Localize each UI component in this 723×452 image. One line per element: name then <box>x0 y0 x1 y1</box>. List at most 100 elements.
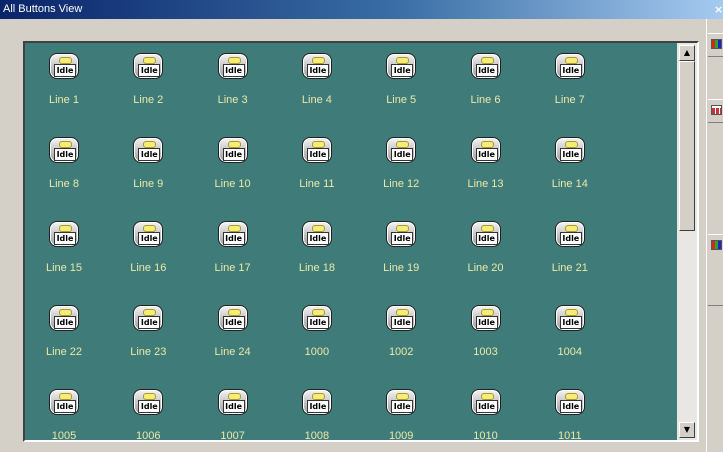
phone-line-icon: Idle <box>217 137 248 163</box>
line-button-label: Line 9 <box>133 178 164 190</box>
status-lamp-icon <box>396 393 410 400</box>
line-button[interactable]: Idle Line 13 <box>447 133 525 203</box>
status-badge: Idle <box>475 64 498 77</box>
line-button[interactable]: Idle Line 22 <box>25 301 103 371</box>
line-button[interactable]: Idle 1009 <box>362 385 440 440</box>
line-button[interactable]: Idle Line 18 <box>278 217 356 287</box>
line-button[interactable]: Idle Line 1 <box>25 49 103 119</box>
status-lamp-icon <box>480 309 494 316</box>
line-button[interactable]: Idle Line 19 <box>362 217 440 287</box>
line-button[interactable]: Idle 1003 <box>447 301 525 371</box>
status-badge: Idle <box>306 316 329 329</box>
line-button-label: 1007 <box>220 430 245 442</box>
side-tab-palette-view[interactable] <box>708 234 723 306</box>
line-button[interactable]: Idle Line 2 <box>109 49 187 119</box>
phone-line-icon: Idle <box>217 53 248 79</box>
line-button-label: 1006 <box>136 430 161 442</box>
line-button[interactable]: Idle 1004 <box>531 301 609 371</box>
status-badge: Idle <box>138 400 161 413</box>
line-button[interactable]: Idle Line 12 <box>362 133 440 203</box>
phone-line-icon: Idle <box>554 137 585 163</box>
status-badge: Idle <box>391 316 414 329</box>
phone-line-icon: Idle <box>301 389 332 415</box>
scroll-up-button[interactable]: ▲ <box>679 45 695 61</box>
side-tab-table-view[interactable] <box>708 99 723 123</box>
status-badge: Idle <box>475 232 498 245</box>
phone-line-icon: Idle <box>133 137 164 163</box>
status-badge: Idle <box>306 64 329 77</box>
phone-line-icon: Idle <box>386 137 417 163</box>
status-lamp-icon <box>311 309 325 316</box>
line-button[interactable]: Idle Line 15 <box>25 217 103 287</box>
phone-line-icon: Idle <box>217 389 248 415</box>
line-button[interactable]: Idle 1008 <box>278 385 356 440</box>
title-bar: All Buttons View × <box>0 0 723 19</box>
status-lamp-icon <box>59 57 72 64</box>
phone-line-icon: Idle <box>133 389 164 415</box>
status-badge: Idle <box>559 316 582 329</box>
status-lamp-icon <box>311 57 325 64</box>
line-button-label: 1004 <box>557 346 583 358</box>
status-lamp-icon <box>564 393 578 400</box>
line-button-label: Line 1 <box>49 94 79 106</box>
table-icon <box>711 105 722 115</box>
status-lamp-icon <box>396 57 410 64</box>
phone-line-icon: Idle <box>301 137 332 163</box>
line-button[interactable]: Idle Line 3 <box>194 49 272 119</box>
line-button[interactable]: Idle 1006 <box>109 385 187 442</box>
phone-line-icon: Idle <box>386 221 417 247</box>
phone-line-icon: Idle <box>554 53 585 79</box>
status-badge: Idle <box>475 400 498 413</box>
status-lamp-icon <box>227 57 241 64</box>
line-button[interactable]: Idle Line 8 <box>25 133 103 203</box>
line-button[interactable]: Idle Line 24 <box>194 301 272 371</box>
line-button[interactable]: Idle Line 20 <box>447 217 525 287</box>
status-badge: Idle <box>391 64 414 77</box>
line-button-label: 1002 <box>388 346 414 358</box>
phone-line-icon: Idle <box>133 53 164 79</box>
button-grid: Idle Line 1 Idle Line 2 Idle Line 3 Idle Line 4… <box>25 43 677 440</box>
line-button[interactable]: Idle Line 6 <box>447 49 525 119</box>
line-button[interactable]: Idle 1010 <box>447 385 525 440</box>
status-lamp-icon <box>564 309 578 316</box>
status-badge: Idle <box>222 148 245 161</box>
line-button[interactable]: Idle Line 16 <box>109 217 187 287</box>
line-button-label: Line 17 <box>214 262 251 274</box>
status-lamp-icon <box>227 141 241 148</box>
status-lamp-icon <box>564 141 578 148</box>
line-button[interactable]: Idle Line 14 <box>531 133 609 203</box>
line-button[interactable]: Idle Line 11 <box>278 133 356 203</box>
line-button[interactable]: Idle 1005 <box>25 385 103 440</box>
phone-line-icon: Idle <box>386 53 417 79</box>
line-button[interactable]: Idle Line 7 <box>531 49 609 119</box>
scroll-down-button[interactable]: ▼ <box>679 422 695 438</box>
vertical-scrollbar[interactable]: ▲ ▼ <box>677 43 697 440</box>
line-button[interactable]: Idle 1011 <box>531 385 609 440</box>
palette-grid-icon <box>711 240 722 250</box>
status-badge: Idle <box>475 316 498 329</box>
line-button[interactable]: Idle Line 9 <box>109 133 187 203</box>
line-button[interactable]: Idle Line 17 <box>194 217 272 287</box>
status-badge: Idle <box>222 400 245 413</box>
line-button[interactable]: Idle Line 5 <box>362 49 440 119</box>
line-button[interactable]: Idle 1000 <box>278 301 356 371</box>
status-badge: Idle <box>138 232 161 245</box>
phone-line-icon: Idle <box>49 389 79 415</box>
status-badge: Idle <box>306 232 329 245</box>
line-button[interactable]: Idle Line 4 <box>278 49 356 119</box>
side-tab-color-view[interactable] <box>708 33 723 57</box>
status-badge: Idle <box>54 316 76 329</box>
line-button[interactable]: Idle Line 10 <box>194 133 272 203</box>
close-icon[interactable]: × <box>714 2 723 17</box>
phone-line-icon: Idle <box>386 389 417 415</box>
scroll-thumb[interactable] <box>679 61 695 231</box>
status-badge: Idle <box>306 400 329 413</box>
line-button[interactable]: Idle Line 21 <box>531 217 609 287</box>
line-button[interactable]: Idle 1002 <box>362 301 440 371</box>
line-button-label: Line 15 <box>45 262 83 274</box>
line-button[interactable]: Idle 1007 <box>194 385 272 442</box>
line-button[interactable]: Idle Line 23 <box>109 301 187 371</box>
status-badge: Idle <box>138 316 161 329</box>
status-lamp-icon <box>59 141 72 148</box>
status-badge: Idle <box>391 232 414 245</box>
